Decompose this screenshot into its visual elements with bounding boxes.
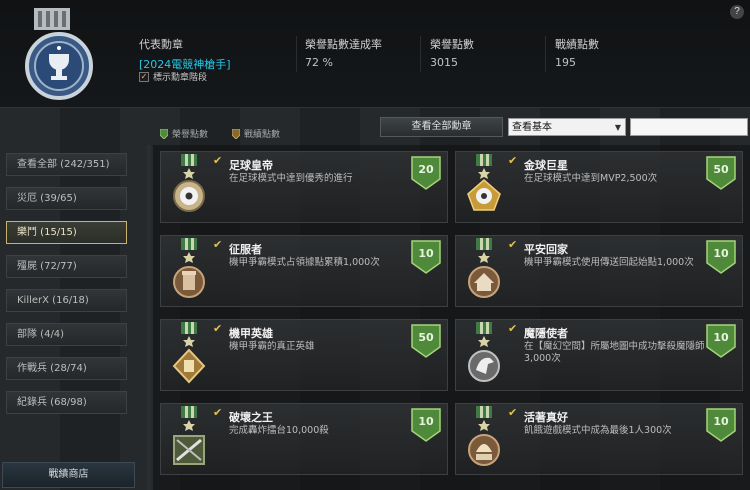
medal-name: 機甲英雄: [229, 327, 273, 340]
medal-name: 活著真好: [524, 411, 568, 424]
chevron-down-icon: ▼: [614, 123, 621, 132]
divider: [545, 36, 546, 72]
medal-description: 機甲爭霸的真正英雄: [229, 341, 315, 352]
record-shield-icon: [232, 128, 240, 139]
representative-medal-icon: [25, 8, 93, 100]
completed-check-icon: ✔: [213, 238, 223, 251]
medal-card[interactable]: ✔ 魔隱使者 在【魔幻空間】所屬地圖中成功擊殺魔隱師3,000次 10: [455, 319, 743, 391]
medal-description: 在足球模式中達到MVP2,500次: [524, 173, 658, 184]
points-value: 10: [713, 331, 729, 344]
record-label: 戰績點數: [555, 38, 599, 51]
survivor-300-icon: [468, 406, 500, 466]
checkbox-check-icon: ✓: [139, 71, 149, 82]
view-all-medals-button[interactable]: 查看全部勳章: [380, 117, 503, 137]
points-value: 50: [713, 163, 729, 176]
honor-points-badge: 50: [706, 156, 736, 190]
show-tier-checkbox[interactable]: ✓ 標示勳章階段: [139, 70, 207, 83]
medal-card[interactable]: ✔ 征服者 機甲爭霸模式占領據點累積1,000次 10: [160, 235, 448, 307]
medal-name: 足球皇帝: [229, 159, 273, 172]
completed-check-icon: ✔: [213, 406, 223, 419]
view-mode-value: 查看基本: [512, 122, 552, 133]
divider: [296, 36, 297, 72]
eagle-icon: [468, 322, 500, 382]
crossed-guns-icon: [173, 406, 205, 465]
honor-points-badge: 10: [706, 240, 736, 274]
honor-points-badge: 50: [411, 324, 441, 358]
honor-block: 榮譽點數 3015: [430, 36, 474, 69]
points-value: 10: [713, 415, 729, 428]
header-panel: ? 代表勳章 [2024電競神槍手] ✓ 標示勳章階段 榮譽點數達成率 72 %…: [0, 0, 750, 108]
medal-card[interactable]: ✔ 破壞之王 完成轟炸擂台10,000殺 10: [160, 403, 448, 475]
points-value: 10: [418, 247, 434, 260]
points-value: 50: [418, 331, 434, 344]
search-input[interactable]: [630, 118, 748, 136]
medal-description: 機甲爭霸模式使用傳送回起始點1,000次: [524, 257, 694, 268]
completed-check-icon: ✔: [508, 238, 518, 251]
honor-value: 3015: [430, 56, 458, 69]
help-button[interactable]: ?: [730, 5, 744, 19]
medal-description: 在【魔幻空間】所屬地圖中成功擊殺魔隱師3,000次: [524, 341, 705, 364]
medal-name: 魔隱使者: [524, 327, 568, 340]
rate-block: 榮譽點數達成率 72 %: [305, 36, 382, 69]
honor-points-badge: 10: [411, 240, 441, 274]
points-value: 10: [418, 415, 434, 428]
completed-check-icon: ✔: [508, 154, 518, 167]
soccer-ball-icon: [173, 154, 205, 212]
completed-check-icon: ✔: [213, 154, 223, 167]
medal-card[interactable]: ✔ 金球巨星 在足球模式中達到MVP2,500次 50: [455, 151, 743, 223]
legend-honor: 榮譽點數: [160, 127, 208, 140]
honor-points-badge: 10: [706, 324, 736, 358]
sidebar-item-zombie[interactable]: 殭屍 (72/77): [6, 255, 127, 278]
sidebar-item-record[interactable]: 紀錄兵 (68/98): [6, 391, 127, 414]
legend-honor-label: 榮譽點數: [172, 130, 209, 140]
golden-soccer-ball-icon: [467, 154, 501, 211]
honor-points-badge: 20: [411, 156, 441, 190]
medal-description: 飢餓遊戲模式中成為最後1人300次: [524, 425, 672, 436]
rep-medal-block: 代表勳章 [2024電競神槍手]: [139, 36, 231, 72]
medal-card[interactable]: ✔ 活著真好 飢餓遊戲模式中成為最後1人300次 10: [455, 403, 743, 475]
record-value: 195: [555, 56, 576, 69]
points-value: 20: [418, 163, 434, 176]
honor-points-badge: 10: [411, 408, 441, 442]
divider: [420, 36, 421, 72]
legend-record-label: 戰績點數: [244, 130, 281, 140]
honor-shield-icon: [160, 128, 168, 139]
medal-card[interactable]: ✔ 平安回家 機甲爭霸模式使用傳送回起始點1,000次 10: [455, 235, 743, 307]
honor-label: 榮譽點數: [430, 38, 474, 51]
tower-icon: [173, 238, 205, 298]
legend-record: 戰績點數: [232, 127, 280, 140]
sidebar-item-fun[interactable]: 樂鬥 (15/15): [6, 221, 127, 244]
view-mode-select[interactable]: 查看基本 ▼: [508, 118, 626, 136]
sidebar-item-killerx[interactable]: KillerX (16/18): [6, 289, 127, 312]
medal-name: 征服者: [229, 243, 262, 256]
points-value: 10: [713, 247, 729, 260]
divider: [147, 145, 151, 490]
mech-hero-icon: [172, 322, 206, 384]
sidebar-item-unit[interactable]: 部隊 (4/4): [6, 323, 127, 346]
medal-name: 破壞之王: [229, 411, 273, 424]
medal-name: 平安回家: [524, 243, 568, 256]
category-sidebar: 查看全部 (242/351) 災厄 (39/65) 樂鬥 (15/15) 殭屍 …: [0, 145, 140, 490]
sidebar-item-disaster[interactable]: 災厄 (39/65): [6, 187, 127, 210]
medal-description: 機甲爭霸模式占領據點累積1,000次: [229, 257, 380, 268]
medal-description: 在足球模式中達到優秀的進行: [229, 173, 353, 184]
medal-card[interactable]: ✔ 足球皇帝 在足球模式中達到優秀的進行 20: [160, 151, 448, 223]
rate-value: 72 %: [305, 56, 333, 69]
medal-card[interactable]: ✔ 機甲英雄 機甲爭霸的真正英雄 50: [160, 319, 448, 391]
show-tier-label: 標示勳章階段: [153, 73, 208, 83]
medal-name: 金球巨星: [524, 159, 568, 172]
medal-description: 完成轟炸擂台10,000殺: [229, 425, 329, 436]
sidebar-item-combat[interactable]: 作戰兵 (28/74): [6, 357, 127, 380]
honor-points-badge: 10: [706, 408, 736, 442]
record-block: 戰績點數 195: [555, 36, 599, 69]
record-shop-button[interactable]: 戰績商店: [2, 462, 135, 488]
home-icon: [468, 238, 500, 298]
rate-label: 榮譽點數達成率: [305, 38, 382, 51]
sidebar-item-all[interactable]: 查看全部 (242/351): [6, 153, 127, 176]
rep-medal-label: 代表勳章: [139, 38, 183, 51]
completed-check-icon: ✔: [508, 406, 518, 419]
completed-check-icon: ✔: [508, 322, 518, 335]
completed-check-icon: ✔: [213, 322, 223, 335]
